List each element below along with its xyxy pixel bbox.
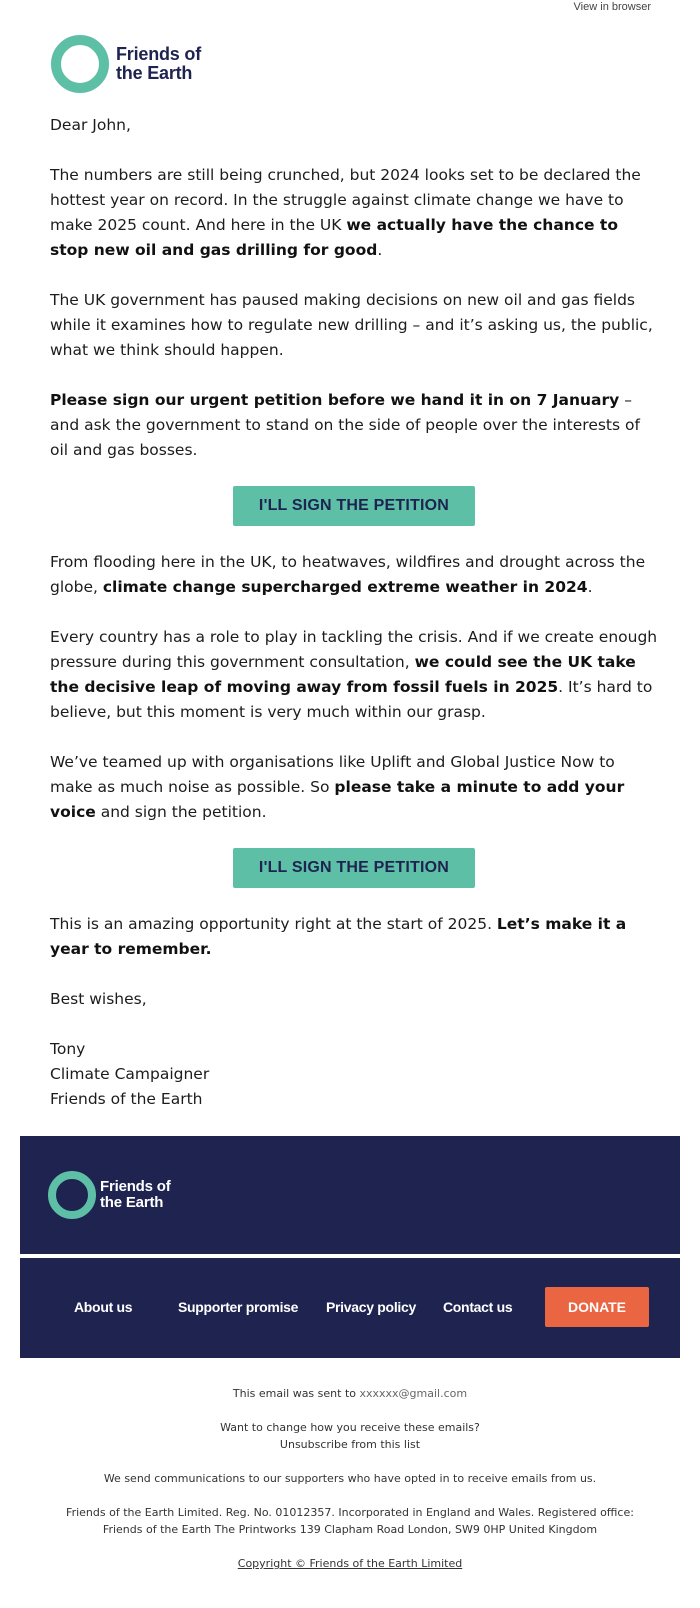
footer-link-about[interactable]: About us [74,1299,133,1315]
cta-wrap-2: I'LL SIGN THE PETITION [50,848,658,888]
sign-petition-button-2[interactable]: I'LL SIGN THE PETITION [233,848,475,888]
email-page: View in browser Friends of the Earth Dea… [0,0,700,1608]
signature-name: Tony [50,1040,86,1058]
signature-org: Friends of the Earth [50,1090,203,1108]
change-question: Want to change how you receive these ema… [220,1421,480,1434]
donate-button[interactable]: DONATE [545,1287,649,1327]
earth-ring-icon [51,35,109,93]
unsubscribe-link[interactable]: Unsubscribe from this list [280,1438,420,1451]
footer-link-privacy[interactable]: Privacy policy [326,1299,416,1315]
greeting: Dear John, [50,116,131,134]
logo-line-1: Friends of [116,44,202,64]
p7-text: This is an amazing opportunity right at … [50,915,497,933]
company-info-line-2: Friends of the Earth The Printworks 139 … [102,1523,598,1536]
company-info: Friends of the Earth Limited. Reg. No. 0… [20,1504,680,1538]
footer-logo-line-1: Friends of [100,1178,171,1195]
sign-petition-button-1[interactable]: I'LL SIGN THE PETITION [233,486,475,526]
footer-logo-line-2: the Earth [100,1194,164,1211]
footer-logo-band: Friends of the Earth [20,1136,680,1254]
optin-notice: We send communications to our supporters… [103,1472,597,1485]
preferences-block: Want to change how you receive these ema… [20,1419,680,1453]
email-body: Dear John, The numbers are still being c… [50,113,658,1112]
paragraph-5: Every country has a role to play in tack… [50,625,658,725]
logo-line-2: the Earth [116,63,193,83]
footer-nav: About us Supporter promise Privacy polic… [20,1258,680,1358]
logo-wordmark: Friends of the Earth [116,45,201,83]
paragraph-4: From flooding here in the UK, to heatwav… [50,550,658,600]
paragraph-1: The numbers are still being crunched, bu… [50,163,658,263]
p6-end: and sign the petition. [95,803,267,821]
p1-end: . [377,241,383,259]
footer-link-contact[interactable]: Contact us [443,1299,513,1315]
paragraph-6: We’ve teamed up with organisations like … [50,750,658,825]
earth-ring-icon [48,1171,96,1219]
paragraph-2: The UK government has paused making deci… [50,291,653,359]
p3-bold: Please sign our urgent petition before w… [50,391,620,409]
p4-bold: climate change supercharged extreme weat… [102,578,588,596]
sent-to-line: This email was sent to xxxxxx@gmail.com [20,1385,680,1402]
cta-wrap-1: I'LL SIGN THE PETITION [50,486,658,526]
company-info-line-1: Friends of the Earth Limited. Reg. No. 0… [66,1506,634,1519]
copyright-link[interactable]: Copyright © Friends of the Earth Limited [238,1557,462,1570]
footer-logo-wordmark: Friends of the Earth [100,1179,171,1211]
footer-logo[interactable]: Friends of the Earth [48,1171,171,1219]
recipient-email-link[interactable]: xxxxxx@gmail.com [359,1387,467,1400]
header-logo[interactable]: Friends of the Earth [51,35,201,93]
p4-end: . [587,578,593,596]
legal-footer: This email was sent to xxxxxx@gmail.com … [20,1385,680,1572]
view-in-browser-link[interactable]: View in browser [574,1,651,13]
paragraph-3: Please sign our urgent petition before w… [50,388,658,463]
signature-role: Climate Campaigner [50,1065,210,1083]
signature: Tony Climate Campaigner Friends of the E… [50,1037,658,1112]
footer-link-supporter-promise[interactable]: Supporter promise [178,1299,298,1315]
paragraph-7: This is an amazing opportunity right at … [50,912,658,962]
sent-prefix: This email was sent to [232,1387,360,1400]
closing: Best wishes, [50,990,147,1008]
copyright-line: Copyright © Friends of the Earth Limited [20,1555,680,1572]
